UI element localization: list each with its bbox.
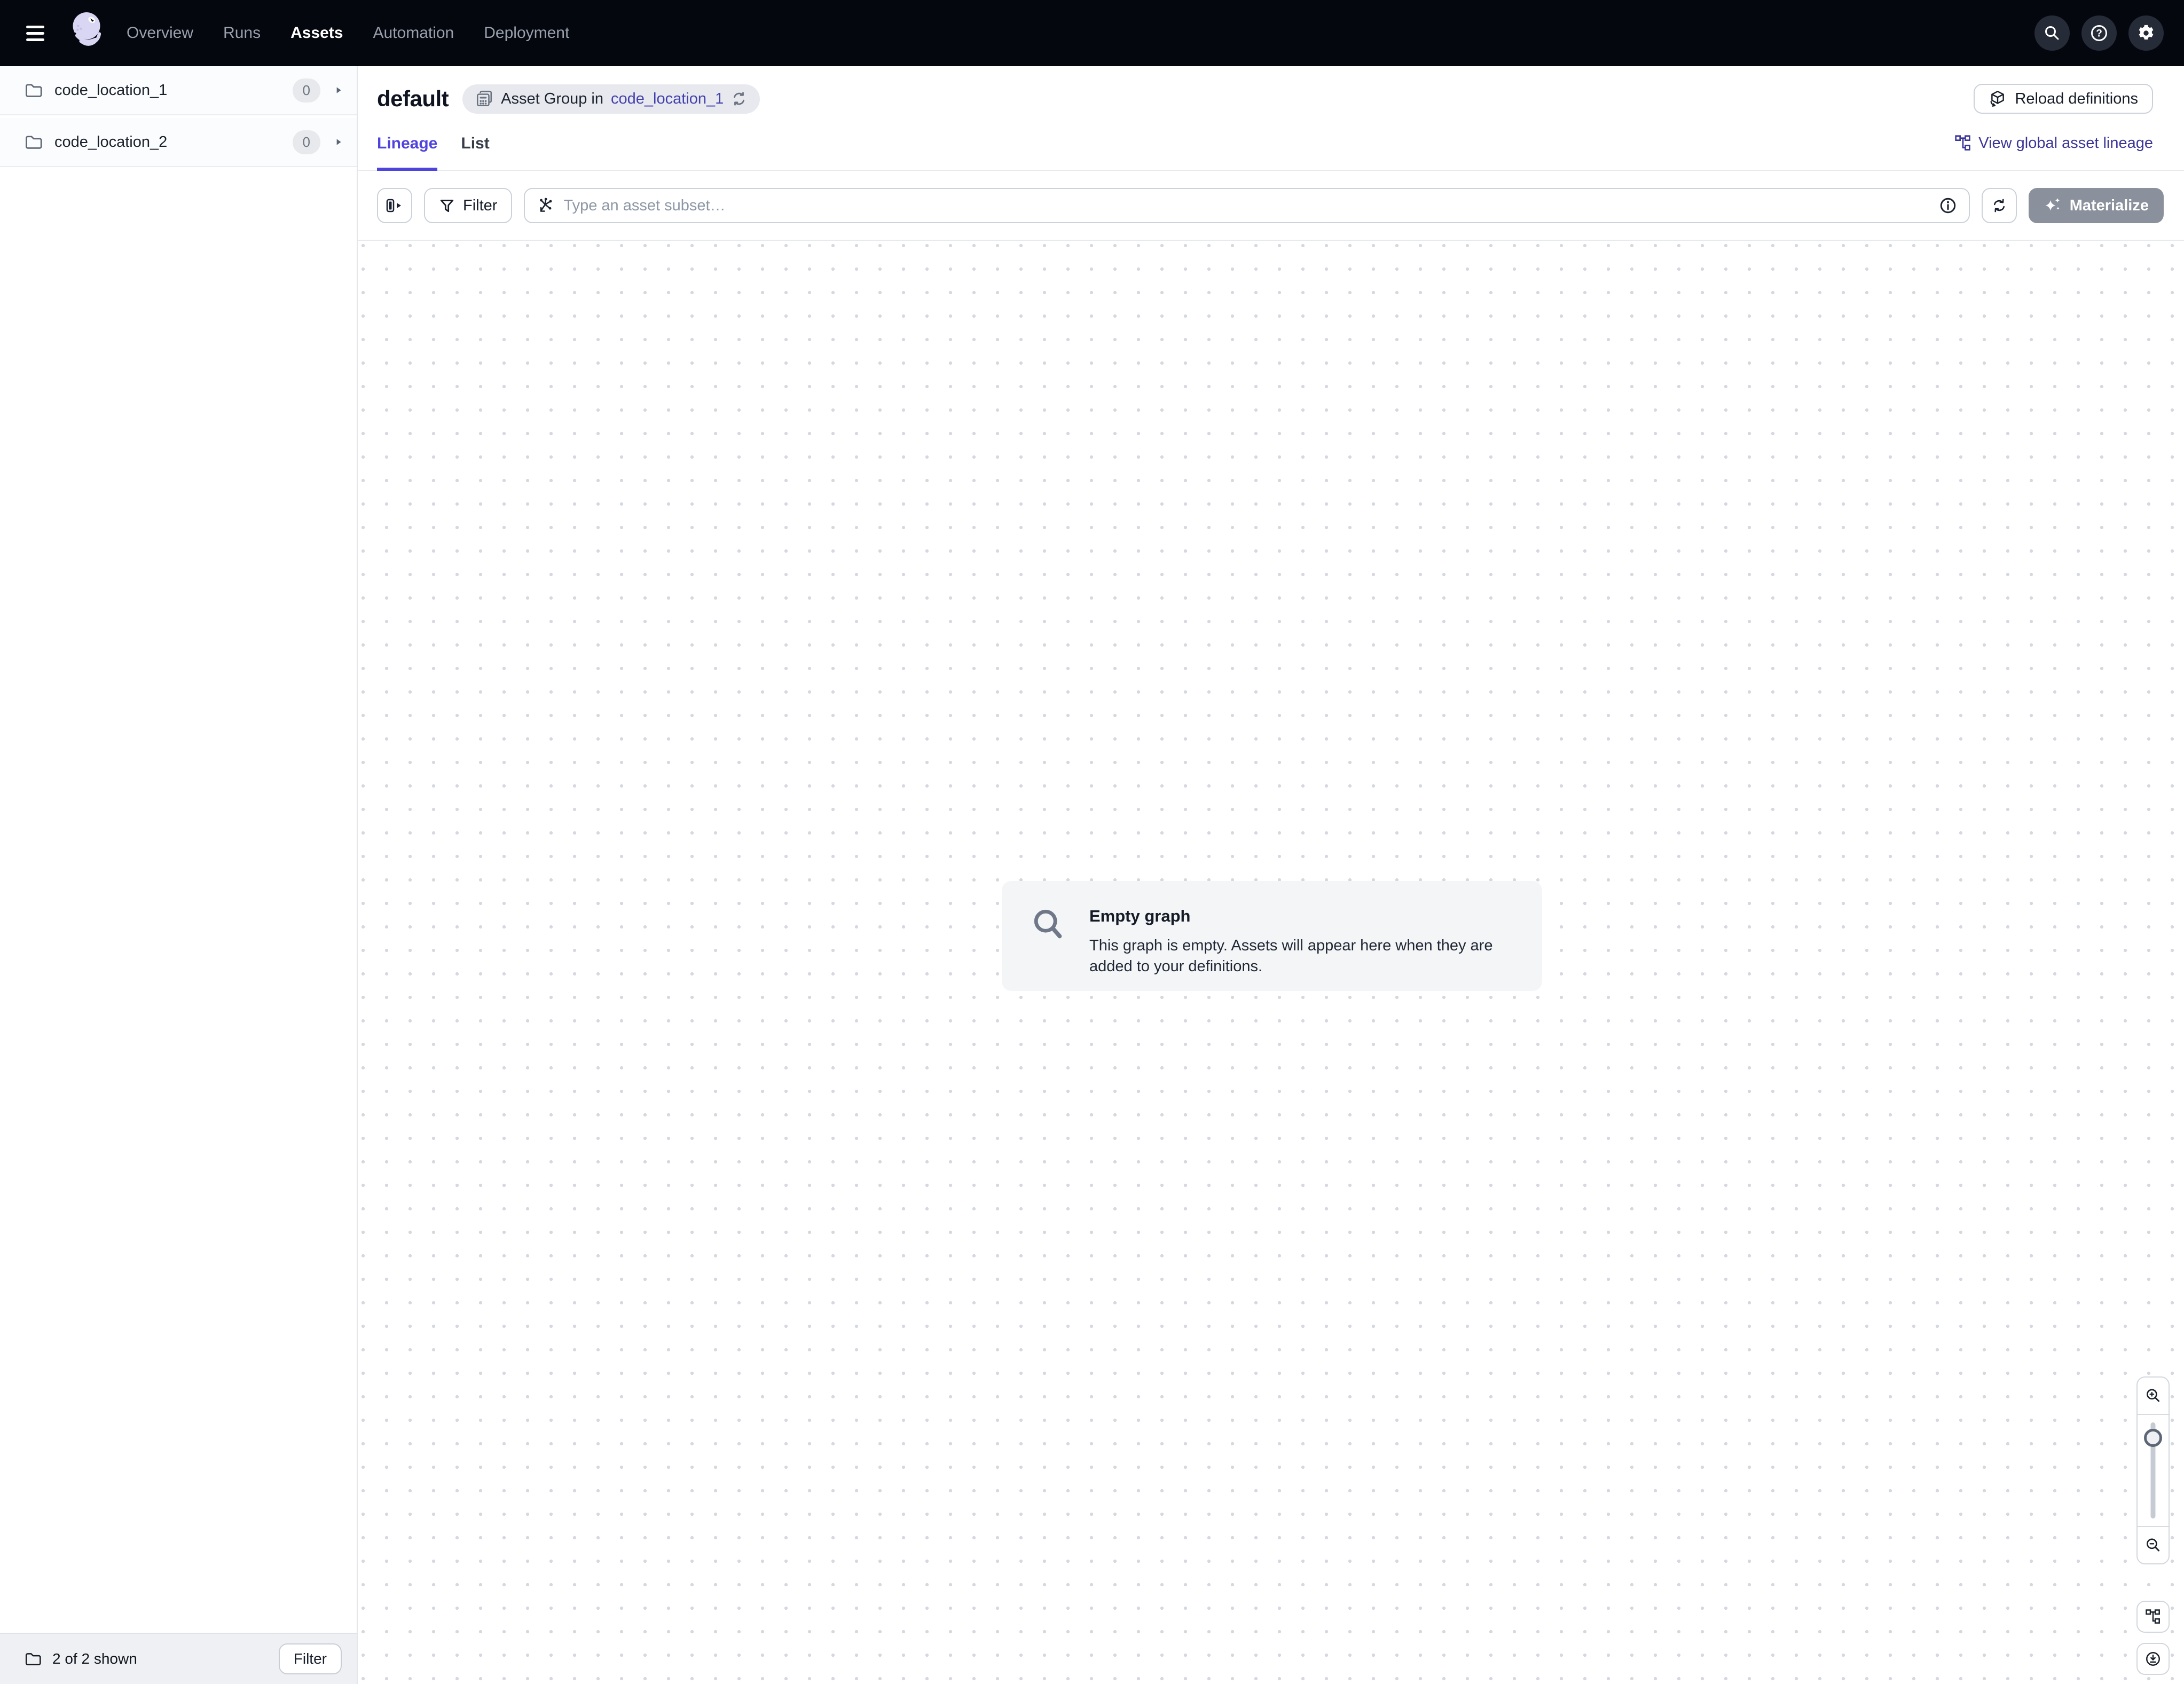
- reload-location-icon[interactable]: [731, 91, 747, 107]
- asset-group-badge: Asset Group in code_location_1: [462, 84, 760, 114]
- zoom-in-button[interactable]: [2138, 1378, 2169, 1415]
- settings-button[interactable]: [2128, 15, 2164, 51]
- info-icon[interactable]: [1939, 196, 1957, 215]
- zoom-control-panel: [2136, 1376, 2170, 1564]
- sidebar-filter-button[interactable]: Filter: [279, 1643, 342, 1674]
- location-name: code_location_1: [54, 82, 281, 99]
- reload-definitions-label: Reload definitions: [2015, 90, 2138, 108]
- sparkle-icon: [2044, 196, 2062, 215]
- page-header: default Asset Group in code_location_1: [358, 66, 2184, 116]
- zoom-slider[interactable]: [2138, 1415, 2169, 1526]
- asset-count-badge: 0: [293, 130, 320, 154]
- funnel-icon: [439, 198, 455, 214]
- asset-group-content: default Asset Group in code_location_1: [358, 66, 2184, 1684]
- settings-gear-icon: [2136, 23, 2156, 43]
- help-icon: ?: [2089, 23, 2109, 43]
- asset-subset-input-wrapper: [524, 188, 1969, 223]
- filter-button-label: Filter: [463, 197, 497, 215]
- asset-group-icon: [475, 90, 493, 108]
- zoom-out-icon: [2144, 1537, 2162, 1554]
- page-title: default: [377, 86, 449, 112]
- badge-prefix-text: Asset Group in: [501, 90, 603, 108]
- folder-icon: [25, 1651, 42, 1666]
- shown-count-summary: 2 of 2 shown: [52, 1650, 137, 1667]
- empty-graph-title: Empty graph: [1089, 907, 1513, 926]
- refresh-graph-button[interactable]: [1982, 188, 2017, 223]
- nav-item-runs[interactable]: Runs: [223, 24, 261, 42]
- dagster-app: Overview Runs Assets Automation Deployme…: [0, 0, 2184, 1684]
- nav-item-deployment[interactable]: Deployment: [484, 24, 569, 42]
- empty-graph-card: Empty graph This graph is empty. Assets …: [1002, 881, 1542, 991]
- zoom-in-icon: [2144, 1387, 2162, 1404]
- nav-item-assets[interactable]: Assets: [290, 24, 343, 42]
- empty-graph-text: Empty graph This graph is empty. Assets …: [1089, 907, 1513, 977]
- primary-nav: Overview Runs Assets Automation Deployme…: [127, 24, 569, 42]
- zoom-slider-thumb[interactable]: [2144, 1429, 2162, 1447]
- toggle-sidebar-panel-button[interactable]: [377, 188, 412, 223]
- expand-panel-icon: [386, 198, 404, 214]
- sidebar-item-code-location-2[interactable]: code_location_2 0: [0, 118, 357, 167]
- nav-item-overview[interactable]: Overview: [127, 24, 193, 42]
- help-button[interactable]: ?: [2081, 15, 2117, 51]
- tab-lineage[interactable]: Lineage: [377, 116, 437, 171]
- fit-graph-button[interactable]: [2136, 1601, 2170, 1633]
- asset-groups-sidebar: code_location_1 0 code_location_2 0: [0, 66, 358, 1684]
- download-icon: [2144, 1650, 2162, 1667]
- magnifier-icon: [1031, 908, 1068, 945]
- lineage-toolbar: Filter: [358, 171, 2184, 240]
- sidebar-item-code-location-1[interactable]: code_location_1 0: [0, 66, 357, 115]
- search-icon: [2043, 24, 2061, 42]
- tab-list[interactable]: List: [461, 116, 489, 171]
- code-location-link[interactable]: code_location_1: [611, 90, 724, 108]
- chevron-right-icon[interactable]: [334, 85, 343, 95]
- chevron-right-icon[interactable]: [334, 137, 343, 147]
- svg-text:?: ?: [2096, 28, 2102, 40]
- lineage-graph-icon: [1954, 135, 1971, 152]
- location-name: code_location_2: [54, 133, 281, 151]
- lineage-graph-icon: [2145, 1609, 2161, 1625]
- zoom-out-button[interactable]: [2138, 1526, 2169, 1563]
- asset-subset-input[interactable]: [562, 196, 1930, 215]
- materialize-button[interactable]: Materialize: [2029, 188, 2164, 223]
- dagster-octopus-logo: [69, 9, 107, 58]
- download-image-button[interactable]: [2136, 1643, 2170, 1675]
- folder-icon: [25, 134, 43, 150]
- empty-graph-body: This graph is empty. Assets will appear …: [1089, 935, 1513, 977]
- main-row: code_location_1 0 code_location_2 0: [0, 66, 2184, 1684]
- asset-count-badge: 0: [293, 78, 320, 103]
- top-nav: Overview Runs Assets Automation Deployme…: [0, 0, 2184, 66]
- sidebar-footer: 2 of 2 shown Filter: [0, 1633, 357, 1684]
- refresh-icon: [1991, 197, 2008, 214]
- hamburger-menu-icon[interactable]: [26, 26, 44, 41]
- view-global-asset-lineage-label: View global asset lineage: [1978, 135, 2153, 152]
- asset-selection-icon: [537, 197, 554, 214]
- reload-definitions-icon: [1989, 90, 2007, 108]
- materialize-label: Materialize: [2070, 197, 2149, 215]
- reload-definitions-button[interactable]: Reload definitions: [1974, 84, 2153, 114]
- tabs-row: Lineage List View global asset lineage: [358, 116, 2184, 171]
- search-button[interactable]: [2034, 15, 2070, 51]
- lineage-graph-canvas[interactable]: Empty graph This graph is empty. Assets …: [358, 240, 2184, 1684]
- graph-filter-button[interactable]: Filter: [424, 188, 512, 223]
- folder-icon: [25, 82, 43, 98]
- view-global-asset-lineage-link[interactable]: View global asset lineage: [1954, 135, 2153, 152]
- nav-item-automation[interactable]: Automation: [373, 24, 454, 42]
